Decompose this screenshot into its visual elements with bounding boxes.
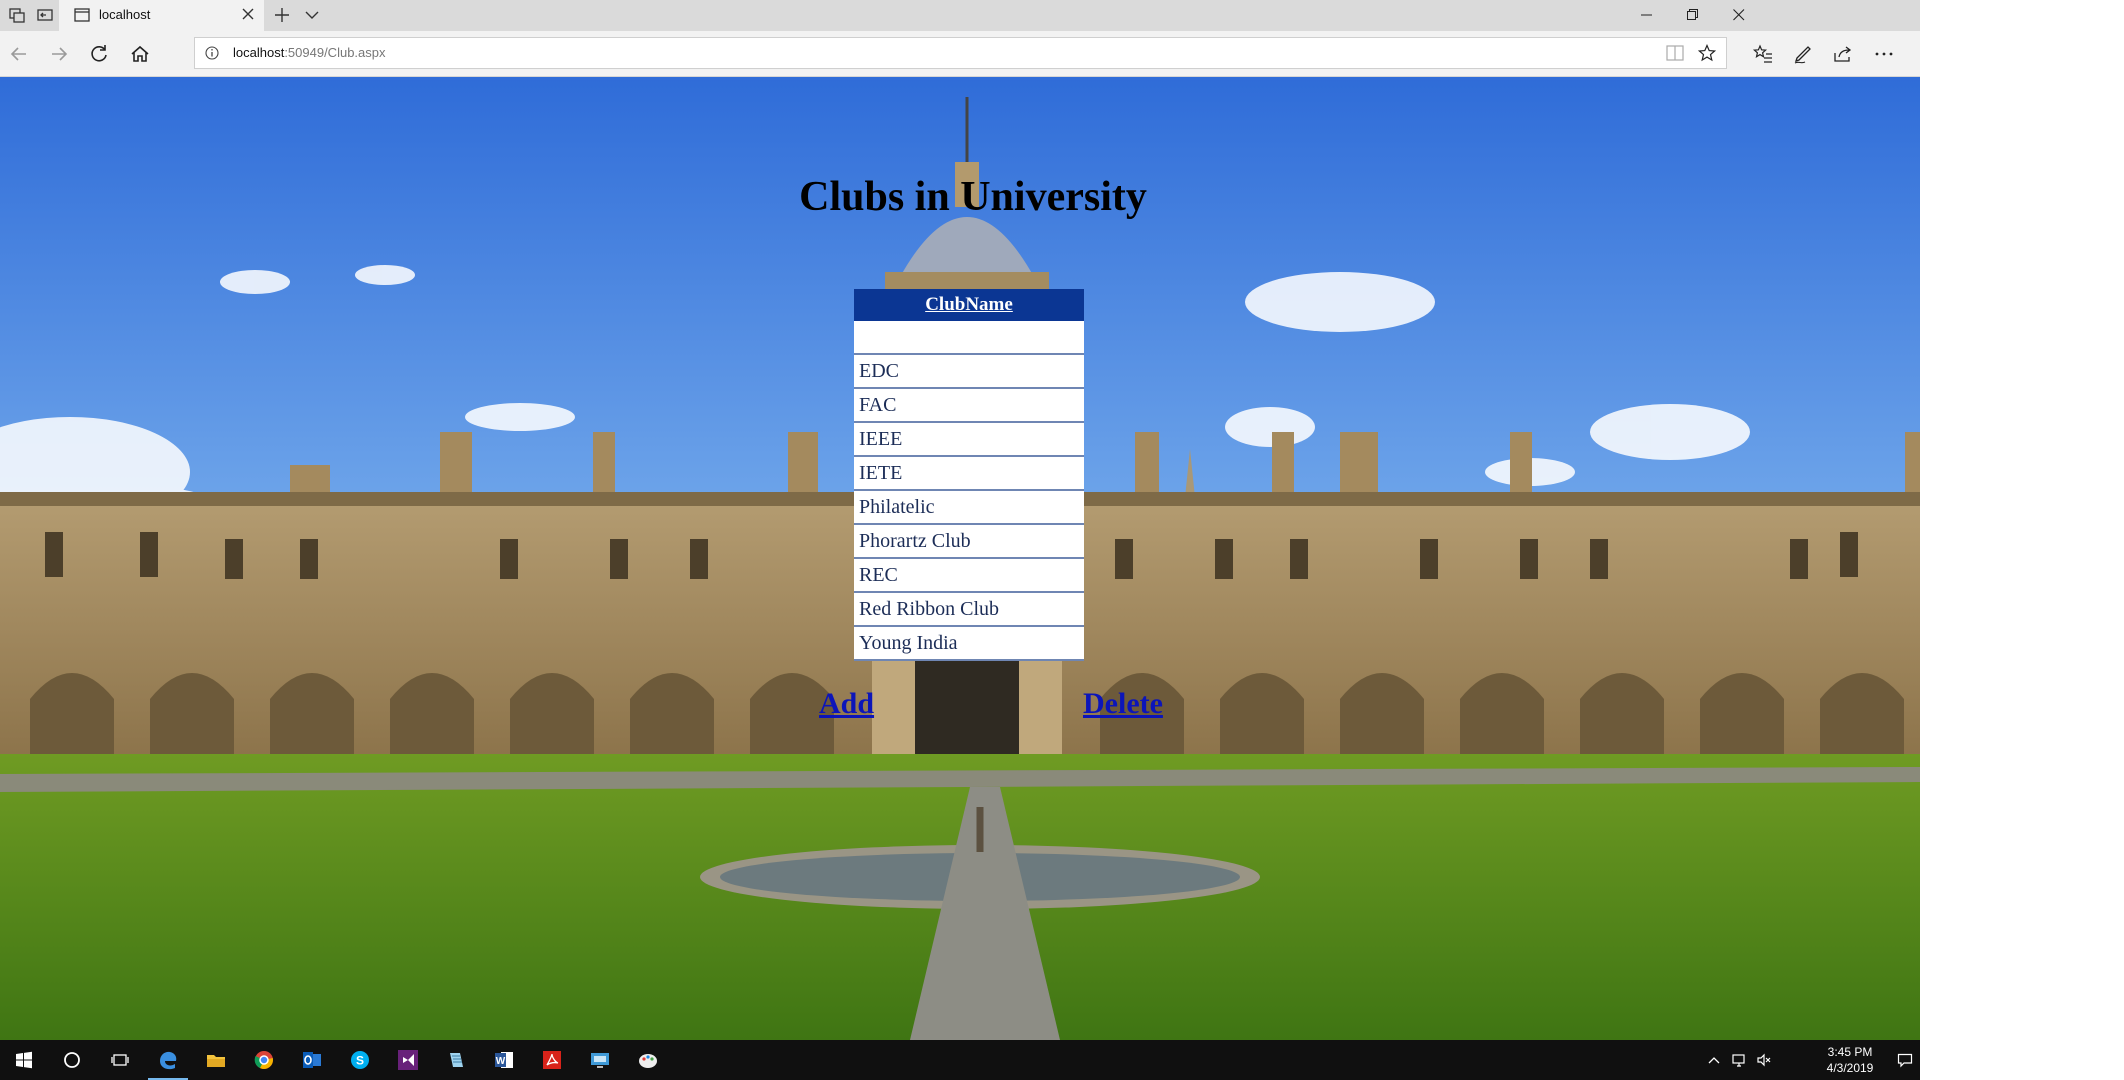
restore-icon	[1687, 9, 1698, 20]
club-name-cell: Red Ribbon Club	[854, 592, 1084, 627]
remote-desktop-icon	[591, 1053, 609, 1068]
close-icon	[1733, 9, 1745, 21]
navigation-bar: localhost:50949/Club.aspx	[0, 31, 1920, 77]
network-icon[interactable]	[1732, 1052, 1748, 1068]
add-club-link[interactable]: Add	[819, 687, 874, 721]
table-row: IETE	[854, 456, 1084, 491]
url-text[interactable]: localhost:50949/Club.aspx	[233, 45, 386, 60]
page-icon	[74, 8, 90, 22]
task-view-button[interactable]	[96, 1040, 144, 1080]
active-tab[interactable]: localhost	[59, 0, 264, 31]
table-row: Phorartz Club	[854, 524, 1084, 559]
chrome-button[interactable]	[240, 1040, 288, 1080]
visual-studio-icon	[398, 1050, 418, 1070]
table-row: Young India	[854, 626, 1084, 661]
club-name-cell: IEEE	[854, 422, 1084, 457]
clubs-table: ClubName EDC FAC IEEE IETE Philatelic Ph…	[854, 289, 1084, 661]
table-row: IEEE	[854, 422, 1084, 457]
tab-preview-icon[interactable]	[8, 6, 26, 24]
outlook-icon	[303, 1052, 321, 1068]
table-header-row: ClubName	[854, 289, 1084, 321]
restore-button[interactable]	[1670, 0, 1716, 31]
club-name-cell	[854, 321, 1084, 355]
favorite-star-icon[interactable]	[1698, 44, 1716, 62]
club-name-column-header: ClubName	[854, 289, 1084, 321]
table-row: FAC	[854, 388, 1084, 423]
club-name-cell: IETE	[854, 456, 1084, 491]
visual-studio-button[interactable]	[384, 1040, 432, 1080]
edge-browser-icon	[160, 1051, 177, 1070]
forward-arrow-icon[interactable]	[47, 42, 71, 66]
info-icon[interactable]	[205, 46, 219, 60]
club-name-cell: REC	[854, 558, 1084, 593]
sort-by-club-name-link[interactable]: ClubName	[925, 294, 1013, 315]
minimize-button[interactable]	[1624, 0, 1670, 31]
chrome-icon	[254, 1051, 274, 1069]
close-window-button[interactable]	[1716, 0, 1762, 31]
browser-window: localhost localhost:50949/Club.aspx Club…	[0, 0, 1920, 1080]
system-clock[interactable]: 3:45 PM 4/3/2019	[1818, 1044, 1882, 1076]
chevron-down-icon[interactable]	[305, 9, 319, 21]
remote-desktop-button[interactable]	[576, 1040, 624, 1080]
address-bar[interactable]: localhost:50949/Club.aspx	[194, 37, 1727, 69]
back-arrow-icon[interactable]	[7, 42, 31, 66]
table-row	[854, 321, 1084, 355]
tab-strip: localhost	[0, 0, 1920, 31]
file-explorer-button[interactable]	[192, 1040, 240, 1080]
svg-text:S: S	[356, 1054, 364, 1068]
acrobat-reader-button[interactable]	[528, 1040, 576, 1080]
skype-icon: S	[351, 1051, 369, 1069]
start-button[interactable]	[0, 1040, 48, 1080]
file-explorer-icon	[207, 1055, 225, 1067]
table-row: Philatelic	[854, 490, 1084, 525]
club-name-cell: EDC	[854, 354, 1084, 389]
club-name-cell: Philatelic	[854, 490, 1084, 525]
notepad-button[interactable]	[432, 1040, 480, 1080]
svg-text:W: W	[496, 1056, 506, 1067]
share-icon[interactable]	[1831, 42, 1855, 66]
notepad-icon	[450, 1053, 463, 1067]
acrobat-reader-icon	[543, 1051, 561, 1069]
table-row: REC	[854, 558, 1084, 593]
cortana-search-button[interactable]	[48, 1040, 96, 1080]
new-tab-icon[interactable]	[274, 7, 290, 23]
clock-date: 4/3/2019	[1826, 1061, 1874, 1075]
cortana-search-icon	[64, 1052, 80, 1068]
word-button[interactable]: W	[480, 1040, 528, 1080]
windows-start-icon	[16, 1051, 32, 1069]
task-view-icon	[111, 1054, 129, 1066]
tab-title: localhost	[99, 7, 151, 22]
close-tab-icon[interactable]	[241, 7, 255, 21]
club-name-cell: Young India	[854, 626, 1084, 661]
club-name-cell: FAC	[854, 388, 1084, 423]
edge-taskbar-button[interactable]	[144, 1040, 192, 1080]
page-title: Clubs in University	[799, 174, 1147, 220]
minimize-icon	[1641, 14, 1652, 16]
delete-club-link[interactable]: Delete	[1083, 687, 1163, 721]
reading-view-icon[interactable]	[1666, 45, 1684, 61]
volume-muted-icon[interactable]	[1756, 1052, 1772, 1068]
action-center-icon[interactable]	[1897, 1052, 1913, 1068]
set-tabs-aside-icon[interactable]	[36, 6, 54, 24]
word-icon: W	[495, 1052, 513, 1068]
table-row: EDC	[854, 354, 1084, 389]
url-host: localhost	[233, 45, 285, 60]
home-icon[interactable]	[128, 42, 152, 66]
clock-time: 3:45 PM	[1827, 1045, 1873, 1059]
paint-icon	[639, 1054, 657, 1068]
club-name-cell: Phorartz Club	[854, 524, 1084, 559]
windows-taskbar: S W 3:45 PM 4/3/2019	[0, 1040, 1920, 1080]
chevron-up-icon[interactable]	[1706, 1052, 1722, 1068]
favorites-hub-icon[interactable]	[1751, 42, 1775, 66]
refresh-icon[interactable]	[87, 42, 111, 66]
skype-button[interactable]: S	[336, 1040, 384, 1080]
url-path: :50949/Club.aspx	[284, 45, 386, 60]
table-row: Red Ribbon Club	[854, 592, 1084, 627]
paint-button[interactable]	[624, 1040, 672, 1080]
more-options-icon[interactable]	[1872, 42, 1896, 66]
page-viewport: Clubs in University ClubName EDC FAC IEE…	[0, 77, 1920, 1040]
pen-notes-icon[interactable]	[1791, 42, 1815, 66]
outlook-button[interactable]	[288, 1040, 336, 1080]
